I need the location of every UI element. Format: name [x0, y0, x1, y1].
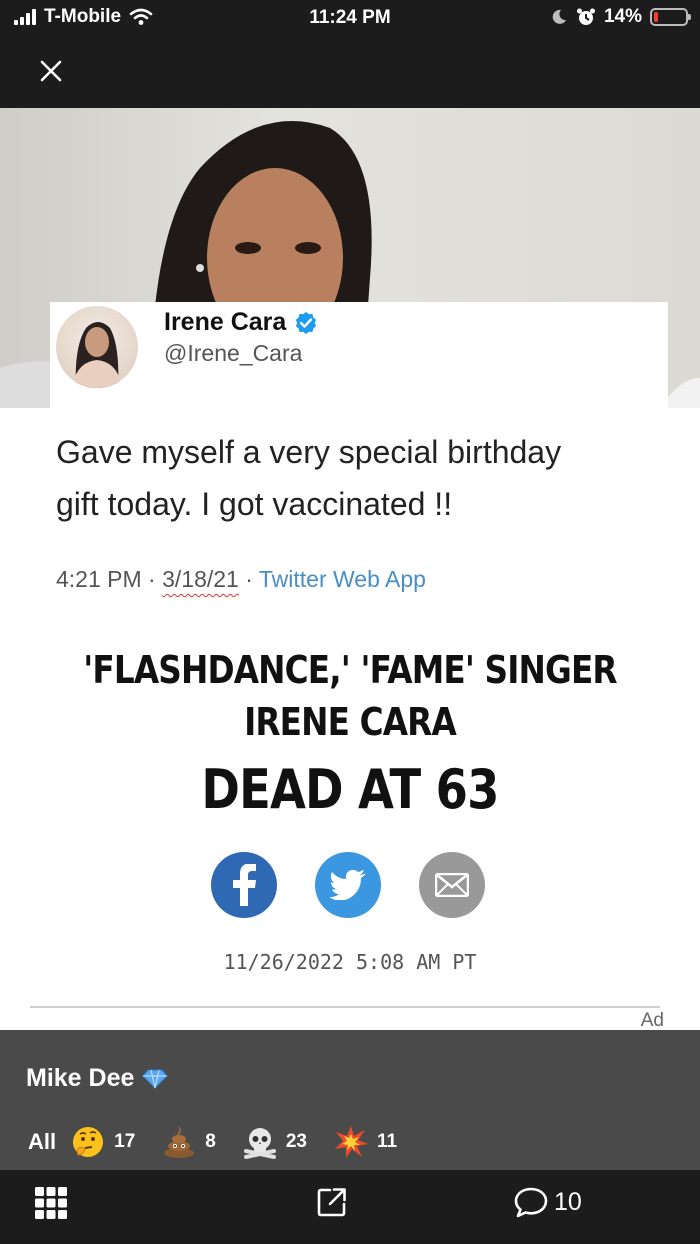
tweet-meta: 4:21 PM · 3/18/21 · Twitter Web App: [56, 566, 426, 593]
reaction-thinking[interactable]: 17: [70, 1124, 135, 1160]
tweet-handle: @Irene_Cara: [164, 340, 303, 366]
bottom-nav: 10: [0, 1170, 700, 1244]
tweet-date: 3/18/21: [162, 566, 239, 592]
battery-fill: [654, 12, 658, 22]
close-icon: [40, 60, 62, 82]
close-button[interactable]: [34, 54, 68, 88]
tweet-time: 4:21 PM: [56, 566, 142, 592]
tweet-avatar: [56, 306, 138, 388]
article-timestamp: 11/26/2022 5:08 AM PT: [223, 950, 477, 974]
reactions-bar: All 17 8 23 11: [28, 1124, 423, 1160]
collision-emoji-icon: [333, 1124, 369, 1160]
ad-label: Ad: [640, 1010, 664, 1030]
tweet-card: Irene Cara @Irene_Cara Gave myself a ver…: [50, 302, 668, 616]
post-image[interactable]: Irene Cara @Irene_Cara Gave myself a ver…: [0, 108, 700, 1030]
diamond-icon: [142, 1069, 169, 1089]
headline-line: IRENE CARA: [244, 700, 457, 744]
mail-icon: [419, 852, 485, 918]
tweet-source: Twitter Web App: [258, 566, 426, 592]
reaction-poop[interactable]: 8: [161, 1124, 216, 1160]
poop-emoji-icon: [161, 1124, 197, 1160]
viewer-top-bar: [0, 38, 700, 108]
reaction-count: 8: [205, 1131, 216, 1152]
reaction-count: 23: [285, 1131, 307, 1152]
thinking-emoji-icon: [70, 1124, 106, 1160]
reactions-all-tab[interactable]: All: [28, 1129, 56, 1155]
tweet-text-line: Gave myself a very special birthday: [56, 434, 562, 470]
battery-percent: 14%: [603, 6, 642, 27]
poster-name: Mike Dee: [26, 1064, 135, 1092]
twitter-icon: [315, 852, 381, 918]
comment-count: 10: [554, 1187, 582, 1216]
tweet-text-line: gift today. I got vaccinated !!: [56, 486, 453, 522]
reaction-skull[interactable]: 23: [242, 1124, 307, 1160]
poster[interactable]: Mike Dee: [26, 1064, 169, 1093]
alarm-icon: [576, 8, 595, 25]
status-bar: T-Mobile 11:24 PM 14%: [0, 0, 700, 38]
skull-crossbones-emoji-icon: [242, 1124, 278, 1160]
verified-badge-icon: [296, 311, 317, 334]
status-icons: 14%: [550, 6, 691, 28]
share-icons-row: [0, 852, 700, 918]
tweet-text: Gave myself a very special birthday gift…: [56, 426, 668, 530]
headline-line: DEAD AT 63: [201, 758, 499, 821]
moon-icon: [552, 9, 566, 24]
grid-icon: [35, 1187, 67, 1219]
reaction-collision[interactable]: 11: [333, 1124, 397, 1160]
tweet-author-name: Irene Cara: [164, 308, 318, 337]
share-button[interactable]: [316, 1186, 348, 1218]
tweet-author-name-text: Irene Cara: [164, 308, 287, 336]
reaction-count: 11: [376, 1131, 398, 1152]
headline-line: 'FLASHDANCE,' 'FAME' SINGER: [83, 648, 617, 692]
grid-button[interactable]: [34, 1186, 68, 1220]
divider: [30, 1006, 660, 1008]
reaction-count: 17: [114, 1131, 136, 1152]
share-icon: [317, 1188, 346, 1217]
comments-button[interactable]: 10: [514, 1186, 582, 1218]
meta-separator: ·: [141, 566, 163, 592]
post-info-panel: Mike Dee All 17 8 23 11: [0, 1030, 700, 1170]
comment-icon: [514, 1187, 548, 1218]
meta-separator: ·: [238, 566, 259, 592]
battery-icon: [650, 8, 691, 26]
facebook-icon: [211, 852, 277, 918]
